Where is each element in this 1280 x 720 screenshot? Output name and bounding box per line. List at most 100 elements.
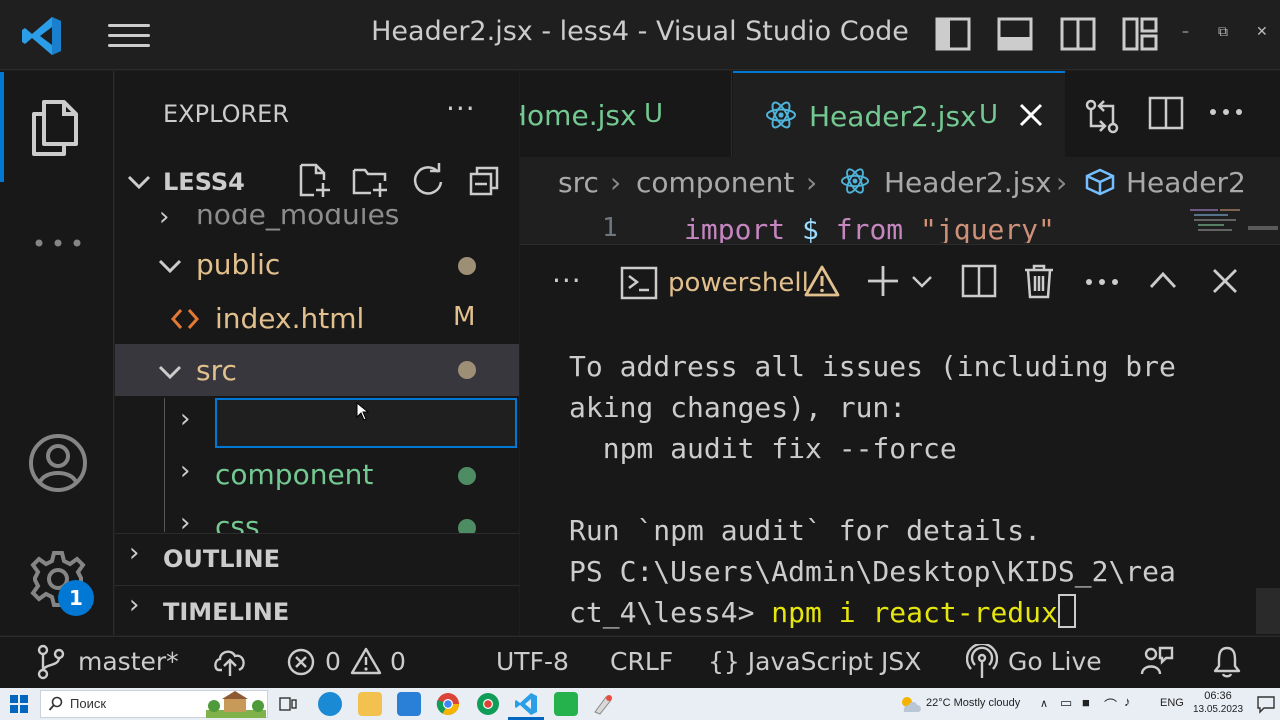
wifi-icon[interactable]: ⌒ (1104, 695, 1117, 714)
clock-date[interactable]: 13.05.2023 (1188, 704, 1248, 715)
warning-icon (350, 647, 382, 675)
notifications-bell-icon[interactable] (1212, 644, 1242, 678)
tab-home-jsx[interactable]: Home.jsx U (520, 71, 732, 157)
volume-icon[interactable]: ♪ (1124, 694, 1131, 709)
refresh-explorer-icon[interactable] (410, 162, 446, 198)
split-terminal-icon[interactable] (960, 262, 998, 300)
outline-section-header[interactable]: › OUTLINE (115, 533, 519, 583)
encoding-status[interactable]: UTF-8 (496, 647, 569, 676)
tab-header2-jsx[interactable]: Header2.jsx U (733, 71, 1065, 157)
clock-time[interactable]: 06:36 (1196, 690, 1240, 702)
modified-dot-icon (458, 257, 476, 275)
error-count[interactable]: 0 (325, 647, 341, 676)
chevron-down-icon[interactable] (910, 274, 934, 290)
input-language[interactable]: ENG (1160, 697, 1184, 709)
collapse-folders-icon[interactable] (467, 162, 503, 198)
breadcrumb-item-file[interactable]: Header2.jsx (884, 166, 1052, 199)
toggle-primary-sidebar-icon[interactable] (935, 16, 971, 52)
tree-item-css[interactable]: › css (165, 504, 519, 533)
chevron-right-icon: › (129, 538, 140, 568)
split-editor-icon[interactable] (1148, 96, 1184, 130)
breadcrumb-separator-icon: › (610, 166, 622, 199)
code-editor[interactable]: 1 import $ from "jquery" (520, 209, 1280, 243)
braces-icon: {} (708, 647, 740, 676)
explorer-more-actions-button[interactable]: ··· (446, 92, 476, 125)
new-folder-icon[interactable] (352, 162, 388, 198)
code-keyword: import (684, 213, 786, 243)
breadcrumb-item-component[interactable]: component (636, 166, 794, 199)
settings-update-badge: 1 (58, 580, 94, 616)
tree-item-label: index.html (215, 302, 365, 335)
tree-item-index-html[interactable]: index.html M (115, 294, 519, 344)
vscode-taskbar-icon[interactable] (514, 692, 538, 716)
tray-expand-chevron-icon[interactable]: ∧ (1040, 697, 1048, 710)
timeline-section-header[interactable]: › TIMELINE (115, 585, 519, 635)
terminal-tab-powershell[interactable]: powershell (668, 268, 809, 298)
edge-browser-icon[interactable] (318, 692, 342, 716)
chrome-profile-icon[interactable] (476, 692, 500, 716)
kill-terminal-trash-icon[interactable] (1020, 262, 1058, 300)
chrome-icon[interactable] (436, 692, 460, 716)
open-changes-icon[interactable] (1084, 96, 1120, 136)
go-live-button[interactable]: Go Live (1008, 647, 1102, 676)
close-panel-icon[interactable] (1210, 266, 1240, 296)
terminal-scrollbar[interactable] (1256, 588, 1280, 634)
mail-icon[interactable] (397, 692, 421, 716)
windows-start-icon[interactable] (10, 695, 28, 713)
terminal-command: npm i react-redux (771, 596, 1058, 629)
whatsapp-icon[interactable] (554, 692, 578, 716)
restore-button[interactable]: ⧉ (1218, 24, 1228, 40)
terminal-line: To address all issues (including bre (569, 350, 1176, 383)
error-icon (287, 648, 315, 676)
html-file-icon (171, 309, 199, 329)
tree-item-label: css (215, 510, 260, 533)
terminal-prompt-line: ct_4\less4> npm i react-redux (569, 592, 1259, 633)
explorer-files-icon[interactable] (28, 98, 84, 158)
customize-layout-icon[interactable] (1122, 16, 1158, 52)
paint-icon[interactable] (592, 692, 616, 716)
active-view-indicator (0, 72, 4, 182)
new-file-icon[interactable] (296, 162, 332, 198)
language-mode-status[interactable]: {} JavaScript JSX (708, 647, 921, 676)
breadcrumb-item-symbol[interactable]: Header2 (1126, 166, 1246, 199)
terminal-more-actions-icon[interactable] (1084, 276, 1120, 288)
search-highlight-image (206, 691, 266, 718)
editor-more-actions-icon[interactable] (1208, 106, 1244, 118)
git-branch-status[interactable]: master* (78, 647, 179, 676)
weather-cloud-icon[interactable] (898, 694, 922, 714)
toggle-secondary-sidebar-icon[interactable] (1060, 16, 1096, 52)
source-control-branch-icon (37, 644, 65, 680)
notification-center-icon[interactable] (1256, 694, 1276, 714)
weather-status[interactable]: 22°C Mostly cloudy (926, 697, 1020, 709)
system-tray-app-icon[interactable]: ■ (1082, 695, 1090, 710)
task-view-icon[interactable] (279, 695, 297, 713)
chevron-right-icon: › (180, 456, 191, 486)
tree-item-node-modules[interactable]: › node_modules (115, 208, 519, 236)
close-tab-icon[interactable] (1017, 101, 1045, 129)
accounts-icon[interactable] (27, 432, 89, 494)
terminal-more-button[interactable]: ··· (552, 264, 582, 297)
breadcrumb-item-src[interactable]: src (558, 166, 599, 199)
more-views-icon[interactable] (33, 236, 83, 250)
new-terminal-plus-icon[interactable] (864, 262, 902, 300)
minimap[interactable] (1188, 207, 1248, 237)
warning-icon[interactable] (804, 264, 840, 298)
tree-item-public[interactable]: public (115, 242, 519, 292)
minimize-button[interactable]: – (1182, 24, 1189, 40)
terminal-line: npm audit fix --force (569, 432, 957, 465)
network-icon[interactable]: ▭ (1060, 695, 1072, 711)
chevron-right-icon: › (159, 208, 170, 232)
publish-cloud-icon[interactable] (212, 644, 248, 678)
file-explorer-icon[interactable] (358, 692, 382, 716)
maximize-panel-chevron-up-icon[interactable] (1148, 268, 1178, 292)
warning-count[interactable]: 0 (390, 647, 406, 676)
menu-hamburger-icon[interactable] (108, 22, 150, 50)
eol-status[interactable]: CRLF (610, 647, 673, 676)
window-title: Header2.jsx - less4 - Visual Studio Code (371, 16, 909, 47)
feedback-person-icon[interactable] (1140, 644, 1174, 678)
tree-item-component[interactable]: › component (165, 452, 519, 502)
toggle-panel-icon[interactable] (997, 16, 1033, 52)
close-window-button[interactable]: ✕ (1256, 24, 1268, 40)
terminal-line: Run `npm audit` for details. (569, 514, 1042, 547)
chevron-right-icon: › (129, 590, 140, 620)
